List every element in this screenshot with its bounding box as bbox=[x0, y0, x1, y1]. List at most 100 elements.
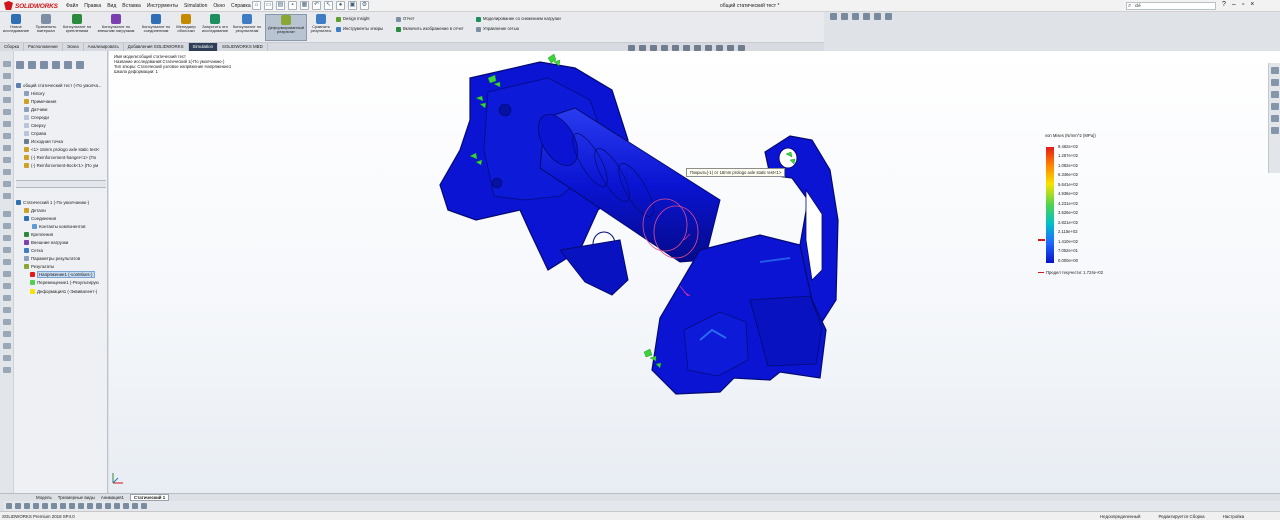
tab-sketch[interactable]: Эскиз bbox=[63, 43, 84, 51]
strip-tool-icon[interactable] bbox=[3, 193, 11, 199]
dimxpert-icon[interactable] bbox=[52, 61, 60, 69]
rotate-icon[interactable] bbox=[863, 13, 870, 20]
status-customize[interactable]: Настройка bbox=[1223, 514, 1245, 519]
undo-icon[interactable]: ↶ bbox=[312, 1, 321, 10]
view-settings-icon[interactable] bbox=[727, 45, 734, 51]
tree-item-hanger[interactable]: (-) Reinforcement-hanger<1> (По bbox=[16, 154, 102, 162]
zoom-fit-icon[interactable] bbox=[628, 45, 635, 51]
menu-simulation[interactable]: Simulation bbox=[184, 3, 207, 9]
file-explorer-icon[interactable] bbox=[1271, 91, 1279, 98]
strip-tool-icon[interactable] bbox=[3, 97, 11, 103]
deformed-result-button[interactable]: Деформированный результат bbox=[265, 14, 307, 41]
strip-tool-icon[interactable] bbox=[3, 73, 11, 79]
bottom-tool-icon[interactable] bbox=[51, 503, 57, 509]
strip-tool-icon[interactable] bbox=[3, 211, 11, 217]
tab-evaluate[interactable]: Анализировать bbox=[84, 43, 124, 51]
study-item-mesh[interactable]: Сетка bbox=[16, 247, 99, 255]
tab-model[interactable]: Модель bbox=[36, 495, 52, 500]
bottom-tool-icon[interactable] bbox=[15, 503, 21, 509]
menu-file[interactable]: Файл bbox=[66, 3, 78, 9]
display-style-icon[interactable] bbox=[683, 45, 690, 51]
strip-tool-icon[interactable] bbox=[3, 283, 11, 289]
study-item-stress1[interactable]: Напряжение1 (-vonMises-) bbox=[16, 271, 99, 279]
strip-tool-icon[interactable] bbox=[3, 85, 11, 91]
strip-tool-icon[interactable] bbox=[3, 259, 11, 265]
save-icon[interactable]: ▪ bbox=[288, 1, 297, 10]
restore-icon[interactable]: ▫ bbox=[1242, 1, 1244, 8]
close-icon[interactable]: × bbox=[1250, 1, 1254, 8]
strip-tool-icon[interactable] bbox=[3, 181, 11, 187]
solidworks-logo[interactable]: SOLIDWORKS bbox=[4, 1, 58, 10]
bottom-tool-icon[interactable] bbox=[141, 503, 147, 509]
strip-tool-icon[interactable] bbox=[3, 235, 11, 241]
strip-tool-icon[interactable] bbox=[3, 145, 11, 151]
strip-tool-icon[interactable] bbox=[3, 61, 11, 67]
fixtures-advisor-button[interactable]: Консультант по креплениям bbox=[62, 14, 92, 41]
minimize-icon[interactable]: – bbox=[1232, 1, 1236, 8]
tab-mbd[interactable]: SOLIDWORKS MBD bbox=[218, 43, 268, 51]
tree-item-block[interactable]: (-) Reinforcement-8ock<1> (По ум bbox=[16, 162, 102, 170]
study-root[interactable]: Статический 1 (-По умолчанию-) bbox=[16, 198, 99, 206]
tree-item-axle[interactable]: <1> 16mm prologo axle static test< bbox=[16, 146, 102, 154]
strip-tool-icon[interactable] bbox=[3, 169, 11, 175]
feature-tree-icon[interactable] bbox=[16, 61, 24, 69]
study-item-displacement1[interactable]: Перемещение1 (-Результирую bbox=[16, 279, 99, 287]
pan-icon[interactable] bbox=[852, 13, 859, 20]
tree-item-annotations[interactable]: Примечания bbox=[16, 97, 102, 105]
tree-item-origin[interactable]: Исходная точка bbox=[16, 138, 102, 146]
bottom-tool-icon[interactable] bbox=[123, 503, 129, 509]
select-icon[interactable]: ↖ bbox=[324, 1, 333, 10]
study-item-results[interactable]: Результаты bbox=[16, 263, 99, 271]
external-loads-button[interactable]: Консультант по внешним нагрузкам bbox=[94, 14, 138, 41]
help-icon[interactable]: ? bbox=[1222, 1, 1226, 8]
tree-item-front-plane[interactable]: Спереди bbox=[16, 113, 102, 121]
strip-tool-icon[interactable] bbox=[3, 157, 11, 163]
monitor-icon[interactable] bbox=[738, 45, 745, 51]
scene-icon[interactable] bbox=[716, 45, 723, 51]
new-study-button[interactable]: Новое исследование bbox=[2, 14, 30, 41]
tab-static-study[interactable]: Статический 1 bbox=[129, 494, 170, 501]
study-item-connections[interactable]: Соединения bbox=[16, 214, 99, 222]
section-icon[interactable] bbox=[874, 13, 881, 20]
reference-triad-icon[interactable] bbox=[110, 470, 126, 486]
tab-layout[interactable]: Расположение bbox=[24, 43, 63, 51]
strip-tool-icon[interactable] bbox=[3, 109, 11, 115]
compare-results-button[interactable]: Сравнить результаты bbox=[309, 14, 333, 41]
menu-view[interactable]: Вид bbox=[107, 3, 116, 9]
property-manager-icon[interactable] bbox=[28, 61, 36, 69]
view-orientation-icon[interactable] bbox=[672, 45, 679, 51]
open-file-icon[interactable]: ▤ bbox=[276, 1, 285, 10]
menu-insert[interactable]: Вставка bbox=[122, 3, 141, 9]
tab-addins[interactable]: Добавления SOLIDWORKS bbox=[124, 43, 189, 51]
study-item-strain1[interactable]: Деформация1 (-Эквивалент-) bbox=[16, 287, 99, 295]
strip-tool-icon[interactable] bbox=[3, 355, 11, 361]
appearances-icon[interactable] bbox=[1271, 115, 1279, 122]
tab-simulation[interactable]: Simulation bbox=[188, 43, 219, 51]
connections-advisor-button[interactable]: Консультант по соединениям bbox=[140, 14, 172, 41]
new-file-icon[interactable]: ▭ bbox=[264, 1, 273, 10]
shell-manager-button[interactable]: Менеджер оболочки bbox=[174, 14, 198, 41]
plot-tools-button[interactable]: Инструменты эпюры bbox=[336, 24, 383, 34]
strip-tool-icon[interactable] bbox=[3, 271, 11, 277]
configuration-icon[interactable] bbox=[40, 61, 48, 69]
load-reduction-button[interactable]: Моделирование со снижением нагрузки bbox=[476, 14, 561, 24]
tree-item-right-plane[interactable]: Справа bbox=[16, 130, 102, 138]
bottom-tool-icon[interactable] bbox=[42, 503, 48, 509]
custom-properties-icon[interactable] bbox=[1271, 127, 1279, 134]
graphics-viewport[interactable] bbox=[109, 51, 1280, 493]
bottom-tool-icon[interactable] bbox=[132, 503, 138, 509]
design-library-icon[interactable] bbox=[1271, 79, 1279, 86]
display-manager-icon[interactable] bbox=[64, 61, 72, 69]
print-icon[interactable]: ▦ bbox=[300, 1, 309, 10]
strip-tool-icon[interactable] bbox=[3, 295, 11, 301]
resources-icon[interactable] bbox=[1271, 67, 1279, 74]
search-input[interactable]: ⌕ clé bbox=[1126, 2, 1216, 10]
manage-network-button[interactable]: Управление сетью bbox=[476, 24, 561, 34]
strip-tool-icon[interactable] bbox=[3, 247, 11, 253]
strip-tool-icon[interactable] bbox=[3, 121, 11, 127]
display-style-icon[interactable] bbox=[885, 13, 892, 20]
tree-item-history[interactable]: History bbox=[16, 89, 102, 97]
results-advisor-button[interactable]: Консультант по результатам bbox=[232, 14, 262, 41]
zoom-area-icon[interactable] bbox=[639, 45, 646, 51]
view-palette-icon[interactable] bbox=[1271, 103, 1279, 110]
